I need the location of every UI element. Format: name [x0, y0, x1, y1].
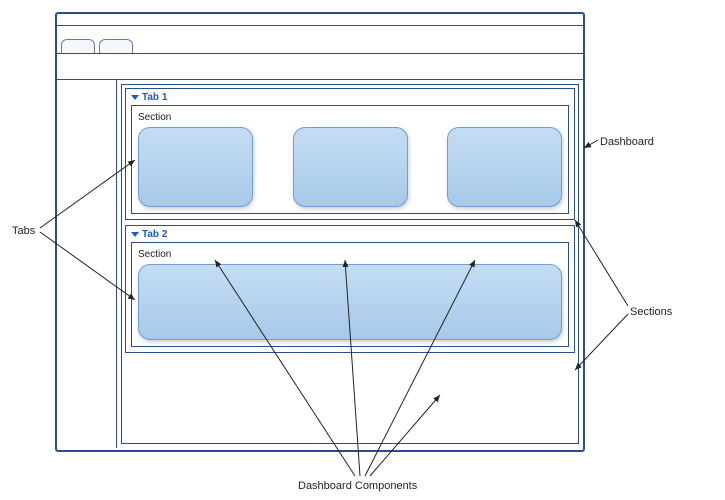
tab-1-section-title: Section [138, 112, 562, 123]
window-tab-1[interactable] [61, 39, 95, 53]
main-area: Tab 1 Section Tab 2 [57, 80, 583, 448]
dashboard: Tab 1 Section Tab 2 [117, 80, 583, 448]
dashboard-tab-2-label: Tab 2 [131, 229, 569, 240]
dashboard-component[interactable] [138, 127, 253, 207]
tab-1-text: Tab 1 [142, 92, 167, 103]
dashboard-component[interactable] [293, 127, 408, 207]
tab-2-text: Tab 2 [142, 229, 167, 240]
dashboard-tab-1[interactable]: Tab 1 Section [125, 88, 575, 220]
dashboard-inner: Tab 1 Section Tab 2 [121, 84, 579, 444]
dashboard-tab-2[interactable]: Tab 2 Section [125, 225, 575, 353]
tab-strip [57, 26, 583, 54]
dashboard-component[interactable] [447, 127, 562, 207]
dashboard-tab-1-label: Tab 1 [131, 92, 569, 103]
tab-2-section: Section [131, 242, 569, 347]
tab-2-components-row [138, 264, 562, 340]
callout-dashboard-components: Dashboard Components [298, 480, 417, 492]
collapse-icon [131, 232, 139, 237]
tab-1-section: Section [131, 105, 569, 214]
app-frame: Tab 1 Section Tab 2 [55, 12, 585, 452]
dashboard-component[interactable] [138, 264, 562, 340]
command-bar [57, 54, 583, 80]
callout-tabs: Tabs [12, 225, 35, 237]
titlebar-strip [57, 14, 583, 26]
tab-2-section-title: Section [138, 249, 562, 260]
collapse-icon [131, 95, 139, 100]
callout-dashboard: Dashboard [600, 136, 654, 148]
tab-1-components-row [138, 127, 562, 207]
window-tab-2[interactable] [99, 39, 133, 53]
callout-sections: Sections [630, 306, 672, 318]
sidebar [57, 80, 117, 448]
